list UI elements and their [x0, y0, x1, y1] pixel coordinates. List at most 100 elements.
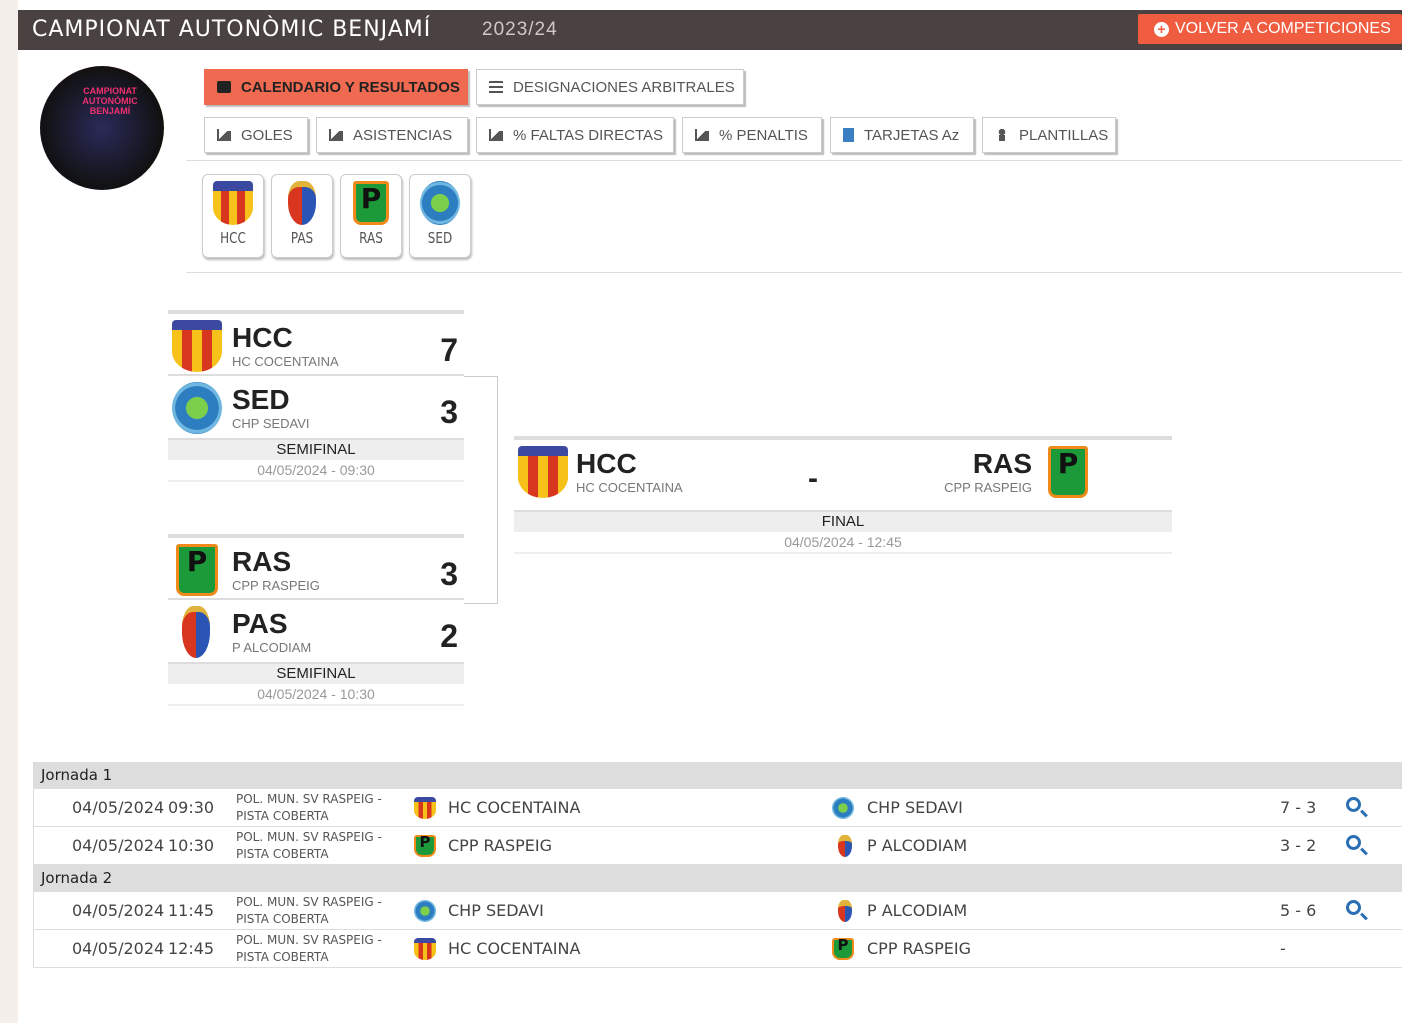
left-border [0, 0, 18, 1023]
pas-crest-icon [838, 835, 852, 857]
hcc-crest-icon [172, 320, 222, 372]
chart-icon [217, 129, 231, 141]
hcc-crest-icon [414, 797, 436, 819]
tab-label: TARJETAS Az [864, 126, 960, 144]
list-icon [489, 81, 503, 93]
tab-plantillas[interactable]: PLANTILLAS [982, 117, 1116, 153]
ras-crest-icon [414, 833, 436, 857]
tab-label: PLANTILLAS [1019, 126, 1109, 144]
tab-goles[interactable]: GOLES [204, 117, 308, 153]
match-venue: POL. MUN. SV RASPEIG - PISTA COBERTA [236, 830, 382, 861]
team-abbr: SED [232, 384, 290, 415]
round-label: FINAL [514, 510, 1172, 532]
team-name: CHP SEDAVI [232, 416, 310, 431]
team-chip-pas[interactable]: PAS [271, 174, 333, 258]
chart-icon [489, 129, 503, 141]
hcc-crest-icon [213, 181, 253, 225]
round-label: SEMIFINAL [168, 438, 464, 460]
sed-crest-icon [832, 797, 854, 819]
ras-crest-icon [353, 181, 389, 225]
away-team: CHP SEDAVI [867, 798, 963, 817]
tab-label: GOLES [241, 126, 293, 144]
final-match[interactable]: HCC HC COCENTAINA - RAS CPP RASPEIG FINA… [514, 436, 1172, 554]
pas-crest-icon [182, 606, 210, 658]
team-score: 7 [440, 332, 458, 368]
ras-crest-icon [176, 544, 218, 596]
result-row: 04/05/2024 10:30 POL. MUN. SV RASPEIG - … [33, 827, 1402, 865]
team-name: HC COCENTAINA [576, 480, 683, 495]
tab-designaciones-arbitrales[interactable]: DESIGNACIONES ARBITRALES [476, 69, 744, 105]
search-icon[interactable] [1346, 835, 1361, 850]
semifinal-match-1[interactable]: HCC HC COCENTAINA 7 SED CHP SEDAVI 3 SEM… [168, 310, 464, 482]
match-venue: POL. MUN. SV RASPEIG - PISTA COBERTA [236, 792, 382, 823]
competition-header: CAMPIONAT AUTONÒMIC BENJAMÍ 2023/24 + VO… [18, 10, 1402, 50]
home-team: HC COCENTAINA [448, 798, 581, 817]
away-team: P ALCODIAM [867, 836, 968, 855]
tab-penaltis[interactable]: % PENALTIS [682, 117, 822, 153]
team-abbr: RAS [972, 448, 1032, 479]
competition-title: CAMPIONAT AUTONÒMIC BENJAMÍ [32, 17, 432, 42]
away-team: CPP RASPEIG [867, 939, 971, 958]
jornada-header: Jornada 1 [33, 762, 1402, 789]
pas-crest-icon [288, 181, 316, 225]
team-name: HC COCENTAINA [232, 354, 339, 369]
final-score: - [808, 462, 818, 495]
semifinal-match-2[interactable]: RAS CPP RASPEIG 3 PAS P ALCODIAM 2 SEMIF… [168, 534, 464, 706]
team-abbr: HCC [232, 322, 293, 353]
ras-crest-icon [832, 936, 854, 960]
match-time: 11:45 [168, 901, 215, 920]
match-date: 04/05/2024 [72, 939, 165, 958]
bracket-connector [464, 376, 498, 604]
match-time: 10:30 [168, 836, 215, 855]
home-team: CHP SEDAVI [448, 901, 544, 920]
results-list: Jornada 1 04/05/2024 09:30 POL. MUN. SV … [33, 762, 1402, 968]
team-chip-hcc[interactable]: HCC [202, 174, 264, 258]
team-chip-ras[interactable]: RAS [340, 174, 402, 258]
back-button-label: VOLVER A COMPETICIONES [1175, 20, 1391, 37]
match-date: 04/05/2024 [72, 836, 165, 855]
plus-circle-icon: + [1154, 21, 1169, 37]
match-venue: POL. MUN. SV RASPEIG - PISTA COBERTA [236, 933, 382, 964]
tab-tarjetas[interactable]: TARJETAS Az [830, 117, 974, 153]
divider [186, 160, 1402, 161]
jornada-header: Jornada 2 [33, 865, 1402, 892]
divider [186, 272, 1402, 273]
team-abbr: PAS [232, 608, 288, 639]
match-datetime: 04/05/2024 - 09:30 [168, 460, 464, 482]
team-name: CPP RASPEIG [944, 480, 1032, 495]
team-score: 3 [440, 394, 458, 430]
tab-asistencias[interactable]: ASISTENCIAS [316, 117, 468, 153]
tab-label: DESIGNACIONES ARBITRALES [513, 78, 735, 96]
tab-label: ASISTENCIAS [353, 126, 453, 144]
calendar-icon [217, 81, 231, 93]
tab-label: % FALTAS DIRECTAS [513, 126, 664, 144]
tab-faltas-directas[interactable]: % FALTAS DIRECTAS [476, 117, 674, 153]
match-time: 09:30 [168, 798, 215, 817]
match-time: 12:45 [168, 939, 215, 958]
team-abbr: PAS [290, 229, 314, 247]
match-score: 5 - 6 [1280, 901, 1317, 920]
match-home-row: HCC HC COCENTAINA 7 [168, 310, 464, 374]
document-icon [843, 128, 854, 142]
sed-crest-icon [414, 900, 436, 922]
match-date: 04/05/2024 [72, 798, 165, 817]
hcc-crest-icon [414, 938, 436, 960]
ras-crest-icon [1048, 446, 1088, 498]
competition-logo: CAMPIONAT AUTONÒMIC BENJAMÍ [40, 66, 164, 190]
result-row: 04/05/2024 11:45 POL. MUN. SV RASPEIG - … [33, 892, 1402, 930]
team-abbr: SED [427, 229, 453, 247]
match-datetime: 04/05/2024 - 10:30 [168, 684, 464, 706]
search-icon[interactable] [1346, 900, 1361, 915]
match-away-row: SED CHP SEDAVI 3 [168, 374, 464, 438]
hcc-crest-icon [518, 446, 568, 498]
back-to-competitions-button[interactable]: + VOLVER A COMPETICIONES [1138, 14, 1402, 44]
team-score: 2 [440, 618, 458, 654]
team-chip-sed[interactable]: SED [409, 174, 471, 258]
logo-text: CAMPIONAT AUTONÒMIC BENJAMÍ [82, 86, 138, 116]
person-icon [995, 129, 1009, 141]
search-icon[interactable] [1346, 797, 1361, 812]
chart-icon [329, 129, 343, 141]
tab-calendario-resultados[interactable]: CALENDARIO Y RESULTADOS [204, 69, 468, 105]
team-abbr: HCC [576, 448, 637, 479]
team-name: CPP RASPEIG [232, 578, 320, 593]
